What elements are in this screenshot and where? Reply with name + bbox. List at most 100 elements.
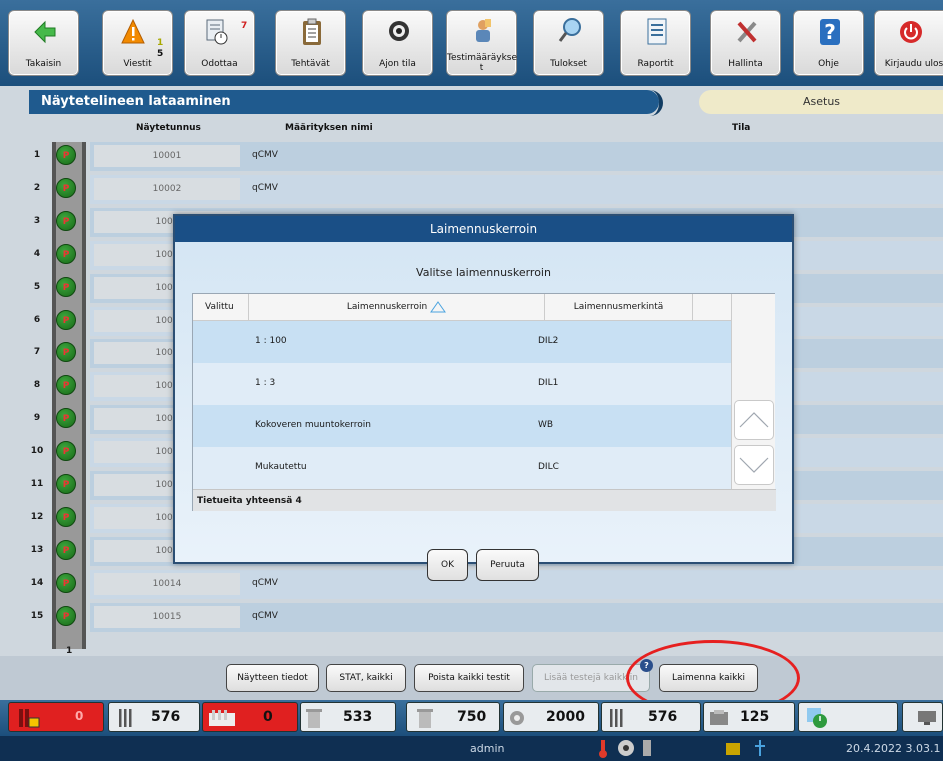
date-time: 20.4.2022 3.03.1 xyxy=(846,742,941,755)
assay-name: qCMV xyxy=(252,150,278,160)
cancel-button[interactable]: Peruuta xyxy=(476,549,539,581)
remove-all-tests-button[interactable]: Poista kaikki testit xyxy=(414,664,524,692)
waste-alert-count: 0 xyxy=(263,709,273,725)
position-indicator[interactable]: P xyxy=(56,506,76,527)
sample-id-field[interactable]: 10014 xyxy=(94,572,240,595)
list-item[interactable]: 1 : 100 DIL2 xyxy=(193,321,731,363)
position-indicator[interactable]: P xyxy=(56,539,76,560)
position-indicator[interactable]: P xyxy=(56,408,76,429)
monitor-box[interactable] xyxy=(902,702,943,732)
back-button[interactable]: Takaisin xyxy=(8,10,79,76)
position-indicator[interactable]: P xyxy=(56,210,76,231)
tasks-label: Tehtävät xyxy=(291,59,330,69)
tools-icon xyxy=(737,21,757,43)
tasks-button[interactable]: Tehtävät xyxy=(275,10,346,76)
power-icon xyxy=(900,21,922,43)
main-toolbar: Takaisin 1 5 Viestit 7 Odottaa Tehtävät … xyxy=(0,0,943,86)
timer-icon xyxy=(807,708,827,728)
results-button[interactable]: Tulokset xyxy=(533,10,604,76)
position-indicator[interactable]: P xyxy=(56,474,76,494)
logout-label: Kirjaudu ulos xyxy=(884,59,943,69)
consumable-box[interactable]: 125 xyxy=(703,702,795,732)
reports-button[interactable]: Raportit xyxy=(620,10,691,76)
pending-button[interactable]: 7 Odottaa xyxy=(184,10,255,76)
pending-count: 7 xyxy=(241,21,248,31)
table-row[interactable]: 2 P 10002 qCMV xyxy=(0,174,943,204)
sample-details-button[interactable]: Näytteen tiedot xyxy=(226,664,319,692)
col-selected[interactable]: Valittu xyxy=(193,294,249,321)
help-icon: ? xyxy=(820,19,840,45)
scroll-up-button[interactable] xyxy=(734,400,774,440)
list-item[interactable]: Kokoveren muuntokerroin WB xyxy=(193,405,731,447)
row-number: 9 xyxy=(33,413,41,424)
position-indicator[interactable]: P xyxy=(56,441,76,462)
tips-box[interactable]: 576 xyxy=(108,702,200,732)
ok-button[interactable]: OK xyxy=(427,549,468,581)
tips-box-2[interactable]: 576 xyxy=(601,702,701,732)
messages-label: Viestit xyxy=(123,59,152,69)
table-row[interactable]: 15 P 10015 qCMV xyxy=(0,602,943,632)
help-button[interactable]: ? Ohje xyxy=(793,10,864,76)
admin-button[interactable]: Hallinta xyxy=(710,10,781,76)
dialog-title: Laimennuskerroin xyxy=(175,216,792,242)
sort-ascending-icon xyxy=(430,300,447,312)
monitor-icon xyxy=(918,711,936,725)
row-number: 13 xyxy=(30,544,44,555)
test-order-icon xyxy=(476,19,491,42)
lock-icon xyxy=(19,709,40,728)
test-orders-button[interactable]: Testimääräykse t xyxy=(446,10,517,76)
logout-button[interactable]: Kirjaudu ulos xyxy=(874,10,943,76)
messages-count-bottom: 5 xyxy=(157,49,164,59)
messages-button[interactable]: 1 5 Viestit xyxy=(102,10,173,76)
reagent-box[interactable]: 2000 xyxy=(503,702,599,732)
svg-text:?: ? xyxy=(824,20,836,44)
position-indicator[interactable]: P xyxy=(56,605,76,626)
grid-header: Valittu Laimennuskerroin Laimennusmerkin… xyxy=(193,294,731,321)
table-row[interactable]: 14 P 10014 qCMV xyxy=(0,569,943,599)
list-item[interactable]: Mukautettu DILC xyxy=(193,447,731,489)
back-arrow-icon xyxy=(34,20,56,44)
reports-icon xyxy=(647,18,667,45)
reagent-count: 2000 xyxy=(546,709,585,725)
table-row[interactable]: 1 P 10001 qCMV xyxy=(0,141,943,171)
col-dilution-mark[interactable]: Laimennusmerkintä xyxy=(545,294,693,321)
sample-id-field[interactable]: 10002 xyxy=(94,177,240,200)
list-item[interactable]: 1 : 3 DIL1 xyxy=(193,363,731,405)
row-number: 5 xyxy=(33,281,41,292)
messages-count-top: 1 xyxy=(157,38,164,48)
row-number: 10 xyxy=(30,446,44,457)
trash-count: 533 xyxy=(343,709,373,725)
tips-count: 576 xyxy=(151,709,181,725)
position-indicator[interactable]: P xyxy=(56,243,76,264)
assay-name: qCMV xyxy=(252,182,278,193)
grid-scrollbar[interactable] xyxy=(731,294,775,489)
trash-box-2[interactable]: 750 xyxy=(406,702,500,732)
scroll-down-button[interactable] xyxy=(734,445,774,485)
run-status-icon xyxy=(389,21,409,41)
disk-icon xyxy=(618,740,634,756)
position-indicator[interactable]: P xyxy=(56,572,76,593)
timer-box[interactable] xyxy=(798,702,898,732)
stat-all-button[interactable]: STAT, kaikki xyxy=(326,664,406,692)
position-indicator[interactable]: P xyxy=(56,276,76,297)
waste-alert-box[interactable]: 0 xyxy=(202,702,298,732)
position-indicator[interactable]: P xyxy=(56,145,76,165)
position-indicator[interactable]: P xyxy=(56,309,76,330)
sample-id-field[interactable]: 10015 xyxy=(94,605,240,628)
lock-status-box[interactable]: 0 xyxy=(8,702,104,732)
position-indicator[interactable]: P xyxy=(56,177,76,198)
trash-box[interactable]: 533 xyxy=(300,702,396,732)
tips-icon-2 xyxy=(610,709,623,727)
dilution-mark-cell: WB xyxy=(538,420,554,430)
col-dilution-factor[interactable]: Laimennuskerroin xyxy=(249,294,545,321)
test-orders-label: Testimääräykse t xyxy=(447,53,518,73)
position-indicator[interactable]: P xyxy=(56,342,76,363)
row-number: 15 xyxy=(30,610,44,621)
position-indicator[interactable]: P xyxy=(56,375,76,396)
results-label: Tulokset xyxy=(550,59,587,69)
row-number: 11 xyxy=(30,479,44,489)
row-number: 6 xyxy=(33,314,41,325)
sample-id-field[interactable]: 10001 xyxy=(94,145,240,167)
run-status-button[interactable]: Ajon tila xyxy=(362,10,433,76)
asetus-tab[interactable]: Asetus xyxy=(699,90,943,114)
